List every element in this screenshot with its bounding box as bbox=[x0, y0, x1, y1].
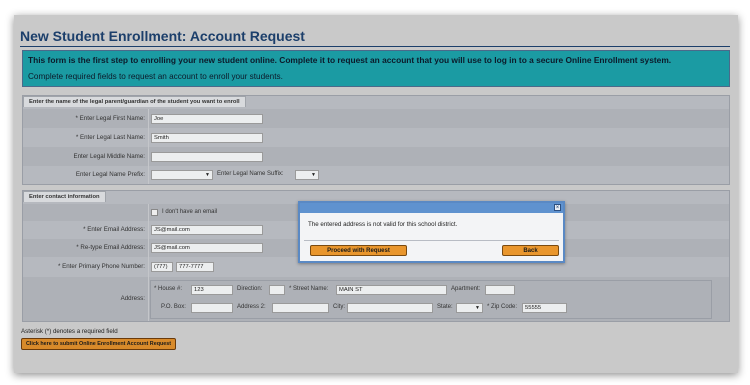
guardian-section-tab: Enter the name of the legal parent/guard… bbox=[23, 96, 246, 107]
screenshot-frame: New Student Enrollment: Account Request … bbox=[14, 15, 738, 373]
submit-request-button[interactable]: Click here to submit Online Enrollment A… bbox=[21, 338, 177, 350]
chevron-down-icon: ▼ bbox=[205, 172, 210, 178]
zip-code-label: * Zip Code: bbox=[487, 304, 518, 310]
page-title: New Student Enrollment: Account Request bbox=[20, 28, 305, 44]
state-label: State: bbox=[437, 304, 453, 310]
suffix-label: Enter Legal Name Suffix: bbox=[217, 171, 284, 177]
pobox-input[interactable] bbox=[191, 303, 233, 313]
phone-number-input[interactable] bbox=[176, 262, 214, 272]
zip-code-input[interactable] bbox=[522, 303, 567, 313]
email-label: * Enter Email Address: bbox=[83, 226, 145, 233]
prefix-suffix-row: Enter Legal Name Prefix: ▼ Enter Legal N… bbox=[23, 166, 729, 184]
phone-label: * Enter Primary Phone Number: bbox=[57, 263, 145, 270]
address2-input[interactable] bbox=[272, 303, 329, 313]
suffix-select[interactable]: ▼ bbox=[295, 170, 319, 180]
dialog-message: The entered address is not valid for thi… bbox=[308, 221, 458, 228]
dialog-title-bar: × bbox=[300, 203, 563, 213]
city-input[interactable] bbox=[347, 303, 433, 313]
back-button[interactable]: Back bbox=[502, 245, 559, 256]
prefix-select[interactable]: ▼ bbox=[151, 170, 213, 180]
first-name-row: * Enter Legal First Name: bbox=[23, 109, 729, 128]
last-name-label: * Enter Legal Last Name: bbox=[75, 134, 145, 141]
prefix-label: Enter Legal Name Prefix: bbox=[75, 171, 145, 178]
address2-label: Address 2: bbox=[237, 304, 266, 310]
middle-name-input[interactable] bbox=[151, 152, 263, 162]
middle-name-label: Enter Legal Middle Name: bbox=[73, 153, 145, 160]
last-name-input[interactable] bbox=[151, 133, 263, 143]
address-label: Address: bbox=[120, 295, 145, 302]
state-select[interactable]: ▼ bbox=[456, 303, 483, 313]
guardian-section: Enter the name of the legal parent/guard… bbox=[22, 95, 730, 185]
email-input[interactable] bbox=[151, 225, 263, 235]
first-name-label: * Enter Legal First Name: bbox=[75, 115, 145, 122]
retype-email-label: * Re-type Email Address: bbox=[76, 244, 145, 251]
first-name-input[interactable] bbox=[151, 114, 263, 124]
info-text-secondary: Complete required fields to request an a… bbox=[28, 72, 283, 81]
pobox-label: P.O. Box: bbox=[161, 304, 186, 310]
close-icon[interactable]: × bbox=[554, 204, 561, 211]
street-name-input[interactable] bbox=[336, 285, 447, 295]
city-label: City: bbox=[333, 304, 345, 310]
no-email-label: I don't have an email bbox=[162, 209, 218, 215]
title-divider bbox=[20, 46, 730, 47]
contact-section-tab: Enter contact information bbox=[23, 191, 106, 202]
chevron-down-icon: ▼ bbox=[475, 305, 480, 311]
info-text-primary: This form is the first step to enrolling… bbox=[28, 55, 672, 65]
dialog-divider bbox=[304, 240, 559, 241]
retype-email-input[interactable] bbox=[151, 243, 263, 253]
phone-area-input[interactable] bbox=[151, 262, 173, 272]
house-label: * House #: bbox=[154, 286, 183, 292]
street-name-label: * Street Name: bbox=[289, 286, 329, 292]
invalid-address-dialog: × The entered address is not valid for t… bbox=[298, 201, 565, 263]
middle-name-row: Enter Legal Middle Name: bbox=[23, 147, 729, 166]
proceed-button[interactable]: Proceed with Request bbox=[310, 245, 407, 256]
apartment-label: Apartment: bbox=[451, 286, 481, 292]
required-note: Asterisk (*) denotes a required field bbox=[21, 328, 118, 335]
info-banner: This form is the first step to enrolling… bbox=[22, 50, 730, 87]
direction-label: Direction: bbox=[237, 286, 263, 292]
no-email-checkbox[interactable] bbox=[151, 209, 158, 216]
apartment-input[interactable] bbox=[485, 285, 515, 295]
address-row: Address: * House #: Direction: * Street … bbox=[23, 277, 729, 321]
chevron-down-icon: ▼ bbox=[311, 172, 316, 178]
address-fields: * House #: Direction: * Street Name: Apa… bbox=[150, 280, 712, 319]
direction-input[interactable] bbox=[269, 285, 285, 295]
last-name-row: * Enter Legal Last Name: bbox=[23, 128, 729, 147]
house-number-input[interactable] bbox=[191, 285, 233, 295]
